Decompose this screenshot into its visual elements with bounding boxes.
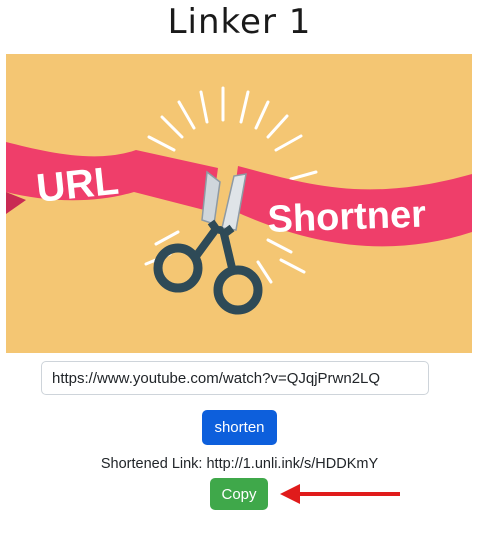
banner-url-text: URL	[34, 159, 120, 211]
red-arrow-icon	[280, 484, 400, 504]
banner-shortner-text: Shortner	[267, 193, 427, 241]
url-shortener-banner: URL Shortner	[6, 54, 472, 353]
url-input[interactable]	[41, 361, 429, 395]
shorten-button[interactable]: shorten	[202, 410, 277, 445]
shortened-link-text: Shortened Link: http://1.unli.ink/s/HDDK…	[100, 456, 379, 472]
copy-button[interactable]: Copy	[210, 478, 268, 510]
page-title: Linker 1	[167, 2, 312, 42]
